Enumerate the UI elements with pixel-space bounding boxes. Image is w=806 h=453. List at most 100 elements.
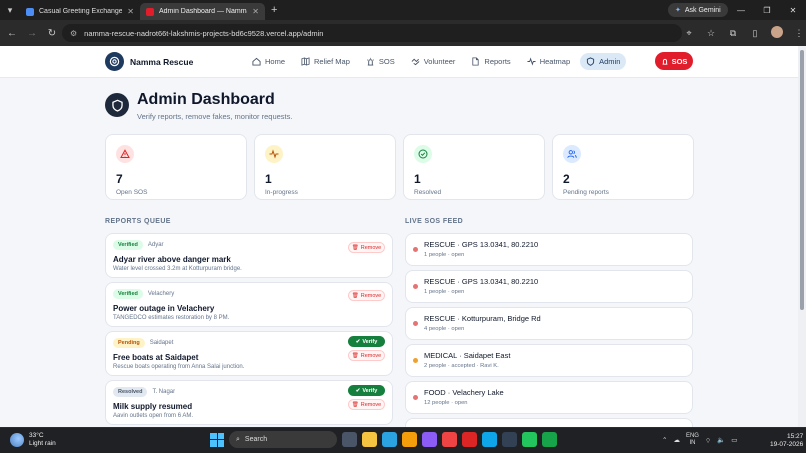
report-card: Verified Adyar Adyar river above danger … xyxy=(105,233,393,278)
ask-gemini-label: Ask Gemini xyxy=(684,6,721,14)
task-view-icon[interactable] xyxy=(342,432,357,447)
extensions-icon[interactable]: ⧉ xyxy=(724,28,742,39)
page-scrollbar[interactable] xyxy=(798,46,806,427)
sos-feed-item[interactable]: RESCUE · Kotturpuram, Bridge Rd 4 people… xyxy=(405,307,693,340)
volume-icon[interactable]: 🔈 xyxy=(717,436,725,444)
time: 15:27 xyxy=(786,433,804,440)
document-icon xyxy=(472,57,480,66)
nav-relief-map[interactable]: Relief Map xyxy=(295,53,356,70)
app-icon[interactable] xyxy=(442,432,457,447)
cloud-icon[interactable]: ☁ xyxy=(673,436,680,444)
report-title: Power outage in Velachery xyxy=(113,304,215,313)
new-tab-button[interactable]: + xyxy=(271,4,277,16)
stat-card-in-progress: 1 In-progress xyxy=(254,134,396,200)
remove-button[interactable]: 🗑 Remove xyxy=(348,399,385,410)
back-icon[interactable]: ← xyxy=(2,28,22,39)
tab-title: Admin Dashboard — Namma Rescue xyxy=(159,8,247,15)
app-navbar: Namma Rescue Home Relief Map SOS Volunte… xyxy=(0,46,798,78)
location-icon[interactable]: ⌖ xyxy=(680,28,698,39)
report-desc: Aavin outlets open from 6 AM. xyxy=(113,413,194,419)
sos-title: RESCUE · Kotturpuram, Bridge Rd xyxy=(424,314,541,323)
close-tab-icon[interactable]: ✕ xyxy=(252,7,259,16)
sos-feed-item[interactable] xyxy=(405,418,693,427)
browser-tab-admin[interactable]: Admin Dashboard — Namma Rescue ✕ xyxy=(140,3,265,20)
sos-feed-item[interactable]: FOOD · Velachery Lake 12 people · open xyxy=(405,381,693,414)
battery-icon[interactable]: ▭ xyxy=(731,436,737,444)
main-nav: Home Relief Map SOS Volunteer Reports He… xyxy=(246,53,627,70)
trash-icon: 🗑 xyxy=(351,352,359,359)
date: 19-07-2026 xyxy=(770,441,804,448)
page-header: Admin Dashboard Verify reports, remove f… xyxy=(105,91,292,121)
taskbar-search[interactable]: ⌕ Search xyxy=(229,431,337,448)
sos-feed-item[interactable]: RESCUE · GPS 13.0341, 80.2210 1 people ·… xyxy=(405,233,693,266)
stat-card-open-sos: 7 Open SOS xyxy=(105,134,247,200)
remove-button[interactable]: 🗑 Remove xyxy=(348,290,385,301)
status-badge: Verified xyxy=(113,289,143,299)
language-indicator[interactable]: ENG IN xyxy=(686,433,699,447)
brand[interactable]: Namma Rescue xyxy=(105,52,193,71)
sos-feed-item[interactable]: RESCUE · GPS 13.0341, 80.2210 1 people ·… xyxy=(405,270,693,303)
tab-list-icon[interactable]: ▾ xyxy=(0,0,20,20)
taskbar-apps: ⌕ Search xyxy=(210,431,557,448)
settings-gear-icon[interactable] xyxy=(402,432,417,447)
verify-button[interactable]: ✔ Verify xyxy=(348,336,385,347)
file-explorer-icon[interactable] xyxy=(362,432,377,447)
wifi-icon[interactable]: ⌔ xyxy=(705,436,711,445)
reload-icon[interactable]: ↻ xyxy=(42,28,62,39)
status-badge: Verified xyxy=(113,240,143,250)
weather-widget[interactable]: 33°C Light rain xyxy=(10,432,56,448)
ask-gemini-button[interactable]: ✦ Ask Gemini xyxy=(668,3,728,17)
remove-label: Remove xyxy=(360,352,382,359)
nav-heatmap[interactable]: Heatmap xyxy=(521,53,576,70)
nav-sos[interactable]: SOS xyxy=(360,53,401,70)
sidepanel-icon[interactable]: ▯ xyxy=(746,28,764,39)
nav-label: Heatmap xyxy=(539,57,571,66)
menu-icon[interactable]: ⋮ xyxy=(790,28,806,39)
remove-button[interactable]: 🗑 Remove xyxy=(348,242,385,253)
remove-label: Remove xyxy=(360,292,382,299)
nav-admin[interactable]: Admin xyxy=(580,53,627,70)
remove-button[interactable]: 🗑 Remove xyxy=(348,350,385,361)
telegram-icon[interactable] xyxy=(382,432,397,447)
shield-icon xyxy=(105,93,129,117)
vscode-icon[interactable] xyxy=(482,432,497,447)
opera-icon[interactable] xyxy=(462,432,477,447)
status-dot xyxy=(413,395,418,400)
page-content: Namma Rescue Home Relief Map SOS Volunte… xyxy=(0,46,798,427)
weather-desc: Light rain xyxy=(29,440,56,447)
window-close-icon[interactable]: ✕ xyxy=(780,0,806,20)
chevron-up-icon[interactable]: ⌃ xyxy=(662,436,667,444)
sos-sub: 1 people · open xyxy=(424,252,465,258)
address-bar[interactable]: ⚙ namma-rescue-nadrot66t-lakshmis-projec… xyxy=(62,24,682,42)
stat-value: 1 xyxy=(265,172,272,186)
sos-title: MEDICAL · Saidapet East xyxy=(424,351,511,360)
sos-title: RESCUE · GPS 13.0341, 80.2210 xyxy=(424,240,539,249)
search-icon: ⌕ xyxy=(236,435,240,443)
trash-icon: 🗑 xyxy=(351,401,359,408)
app-icon[interactable] xyxy=(422,432,437,447)
nav-volunteer[interactable]: Volunteer xyxy=(405,53,462,70)
verify-button[interactable]: ✔ Verify xyxy=(348,385,385,396)
terminal-icon[interactable] xyxy=(502,432,517,447)
chrome-icon[interactable] xyxy=(522,432,537,447)
nav-reports[interactable]: Reports xyxy=(465,53,516,70)
page-subtitle: Verify reports, remove fakes, monitor re… xyxy=(137,112,293,121)
close-tab-icon[interactable]: ✕ xyxy=(127,7,134,16)
nav-home[interactable]: Home xyxy=(246,53,291,70)
restore-icon[interactable]: ❐ xyxy=(754,0,780,20)
scrollbar-thumb[interactable] xyxy=(800,50,804,310)
clock[interactable]: 15:27 19-07-2026 xyxy=(770,433,803,449)
stat-label: In-progress xyxy=(265,189,298,196)
stats-row: 7 Open SOS 1 In-progress 1 Resolved 2 Pe… xyxy=(105,134,694,200)
windows-start-icon[interactable] xyxy=(210,432,224,447)
sos-feed-item[interactable]: MEDICAL · Saidapet East 2 people · accep… xyxy=(405,344,693,377)
sos-button[interactable]: SOS xyxy=(655,52,693,70)
forward-icon[interactable]: → xyxy=(22,28,42,39)
bookmark-star-icon[interactable]: ☆ xyxy=(702,28,720,39)
chrome-icon[interactable] xyxy=(542,432,557,447)
profile-avatar[interactable] xyxy=(768,26,786,40)
site-info-icon[interactable]: ⚙ xyxy=(70,29,77,38)
report-card: Verified Velachery Power outage in Velac… xyxy=(105,282,393,327)
minimize-icon[interactable]: — xyxy=(728,0,754,20)
browser-tab-gemini[interactable]: Casual Greeting Exchange - Gemini ✕ xyxy=(20,3,140,20)
